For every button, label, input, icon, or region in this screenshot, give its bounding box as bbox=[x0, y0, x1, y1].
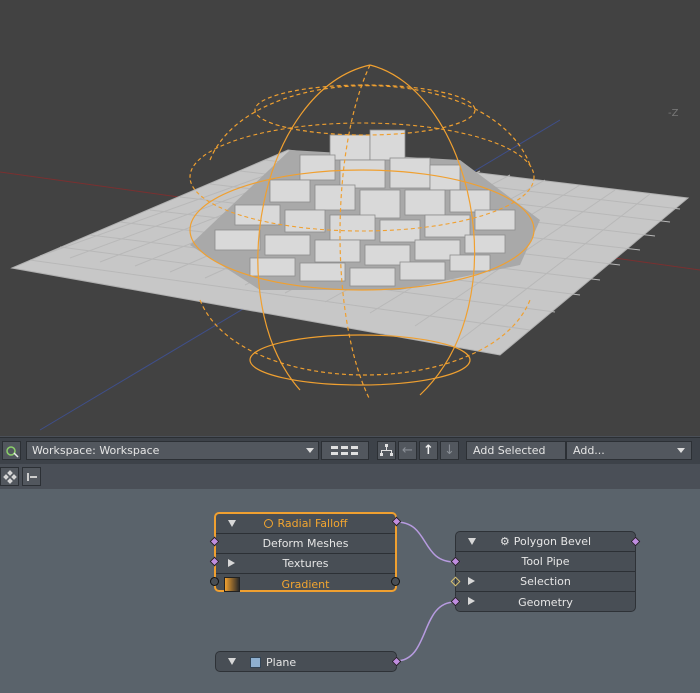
gradient-swatch-icon bbox=[224, 577, 240, 592]
3d-viewport[interactable]: -Z bbox=[0, 0, 700, 436]
axis-label-z: -Z bbox=[668, 108, 679, 119]
add-selected-label: Add Selected bbox=[473, 444, 546, 457]
gradient-output-port[interactable] bbox=[391, 577, 400, 586]
add-node-button[interactable] bbox=[2, 441, 21, 460]
expand-triangle-icon[interactable] bbox=[228, 559, 235, 567]
grid-layout-icon bbox=[331, 445, 358, 455]
channel-tool-pipe[interactable]: Tool Pipe bbox=[456, 552, 635, 572]
arrow-down-button[interactable]: ↓ bbox=[440, 441, 459, 460]
radial-falloff-icon bbox=[263, 519, 273, 528]
node-title: Plane bbox=[266, 655, 297, 669]
arrow-up-icon: ↑ bbox=[423, 443, 434, 458]
channel-label: Textures bbox=[282, 557, 329, 570]
channel-label: Tool Pipe bbox=[521, 555, 570, 568]
hierarchy-button[interactable] bbox=[377, 441, 396, 460]
gradient-input-port[interactable] bbox=[210, 577, 219, 586]
schematic-subtoolbar bbox=[0, 465, 700, 489]
channel-textures[interactable]: Textures bbox=[216, 554, 395, 574]
node-graph[interactable]: Radial Falloff Deform Meshes Textures Gr… bbox=[0, 489, 700, 693]
arrange-nodes-button[interactable] bbox=[0, 467, 19, 486]
channel-label: Gradient bbox=[281, 577, 330, 591]
collapse-nodes-icon bbox=[26, 472, 37, 481]
viewport-scene bbox=[0, 64, 700, 431]
arrow-left-button[interactable]: ← bbox=[398, 441, 417, 460]
channel-geometry[interactable]: Geometry bbox=[456, 592, 635, 612]
collapse-triangle-icon[interactable] bbox=[228, 520, 236, 527]
arrow-up-button[interactable]: ↑ bbox=[419, 441, 438, 460]
collapse-nodes-button[interactable] bbox=[22, 467, 41, 486]
arrow-down-icon: ↓ bbox=[444, 443, 455, 458]
collapse-triangle-icon[interactable] bbox=[468, 538, 476, 545]
channel-selection[interactable]: Selection bbox=[456, 572, 635, 592]
cube-icon bbox=[250, 656, 261, 668]
node-header[interactable]: Plane bbox=[216, 652, 396, 672]
add-menu-label: Add... bbox=[573, 444, 605, 457]
arrange-nodes-icon bbox=[2, 469, 17, 484]
node-polygon-bevel[interactable]: ⚙ Polygon Bevel Tool Pipe Selection Geom… bbox=[455, 531, 636, 612]
workspace-select-label: Workspace: Workspace bbox=[32, 444, 160, 457]
node-title: Polygon Bevel bbox=[513, 535, 592, 548]
layout-button[interactable] bbox=[321, 441, 369, 460]
workspace-select[interactable]: Workspace: Workspace bbox=[26, 441, 319, 460]
expand-triangle-icon[interactable] bbox=[468, 577, 475, 585]
add-menu-select[interactable]: Add... bbox=[566, 441, 692, 460]
channel-label: Deform Meshes bbox=[262, 537, 349, 550]
channel-label: Selection bbox=[520, 575, 571, 588]
schematic-toolbar: Workspace: Workspace ← ↑ ↓ Add Selected … bbox=[0, 437, 700, 464]
chevron-down-icon bbox=[677, 448, 685, 453]
node-plane[interactable]: Plane bbox=[215, 651, 397, 672]
wire-falloff-to-toolpipe bbox=[395, 521, 456, 563]
hierarchy-icon bbox=[380, 444, 393, 456]
node-title: Radial Falloff bbox=[277, 517, 348, 530]
add-selected-button[interactable]: Add Selected bbox=[466, 441, 566, 460]
channel-gradient[interactable]: Gradient bbox=[216, 574, 395, 594]
expand-triangle-icon[interactable] bbox=[468, 597, 475, 605]
beveled-blocks bbox=[190, 129, 540, 290]
node-header[interactable]: ⚙ Polygon Bevel bbox=[456, 532, 635, 552]
collapse-triangle-icon[interactable] bbox=[228, 658, 236, 665]
wire-plane-to-geometry bbox=[395, 601, 456, 662]
node-radial-falloff[interactable]: Radial Falloff Deform Meshes Textures Gr… bbox=[214, 512, 397, 592]
arrow-left-icon: ← bbox=[402, 443, 413, 458]
channel-label: Geometry bbox=[518, 595, 573, 609]
add-node-icon bbox=[5, 445, 19, 458]
node-header[interactable]: Radial Falloff bbox=[216, 514, 395, 534]
chevron-down-icon bbox=[306, 448, 314, 453]
gear-icon: ⚙ bbox=[499, 535, 510, 548]
channel-deform-meshes[interactable]: Deform Meshes bbox=[216, 534, 395, 554]
